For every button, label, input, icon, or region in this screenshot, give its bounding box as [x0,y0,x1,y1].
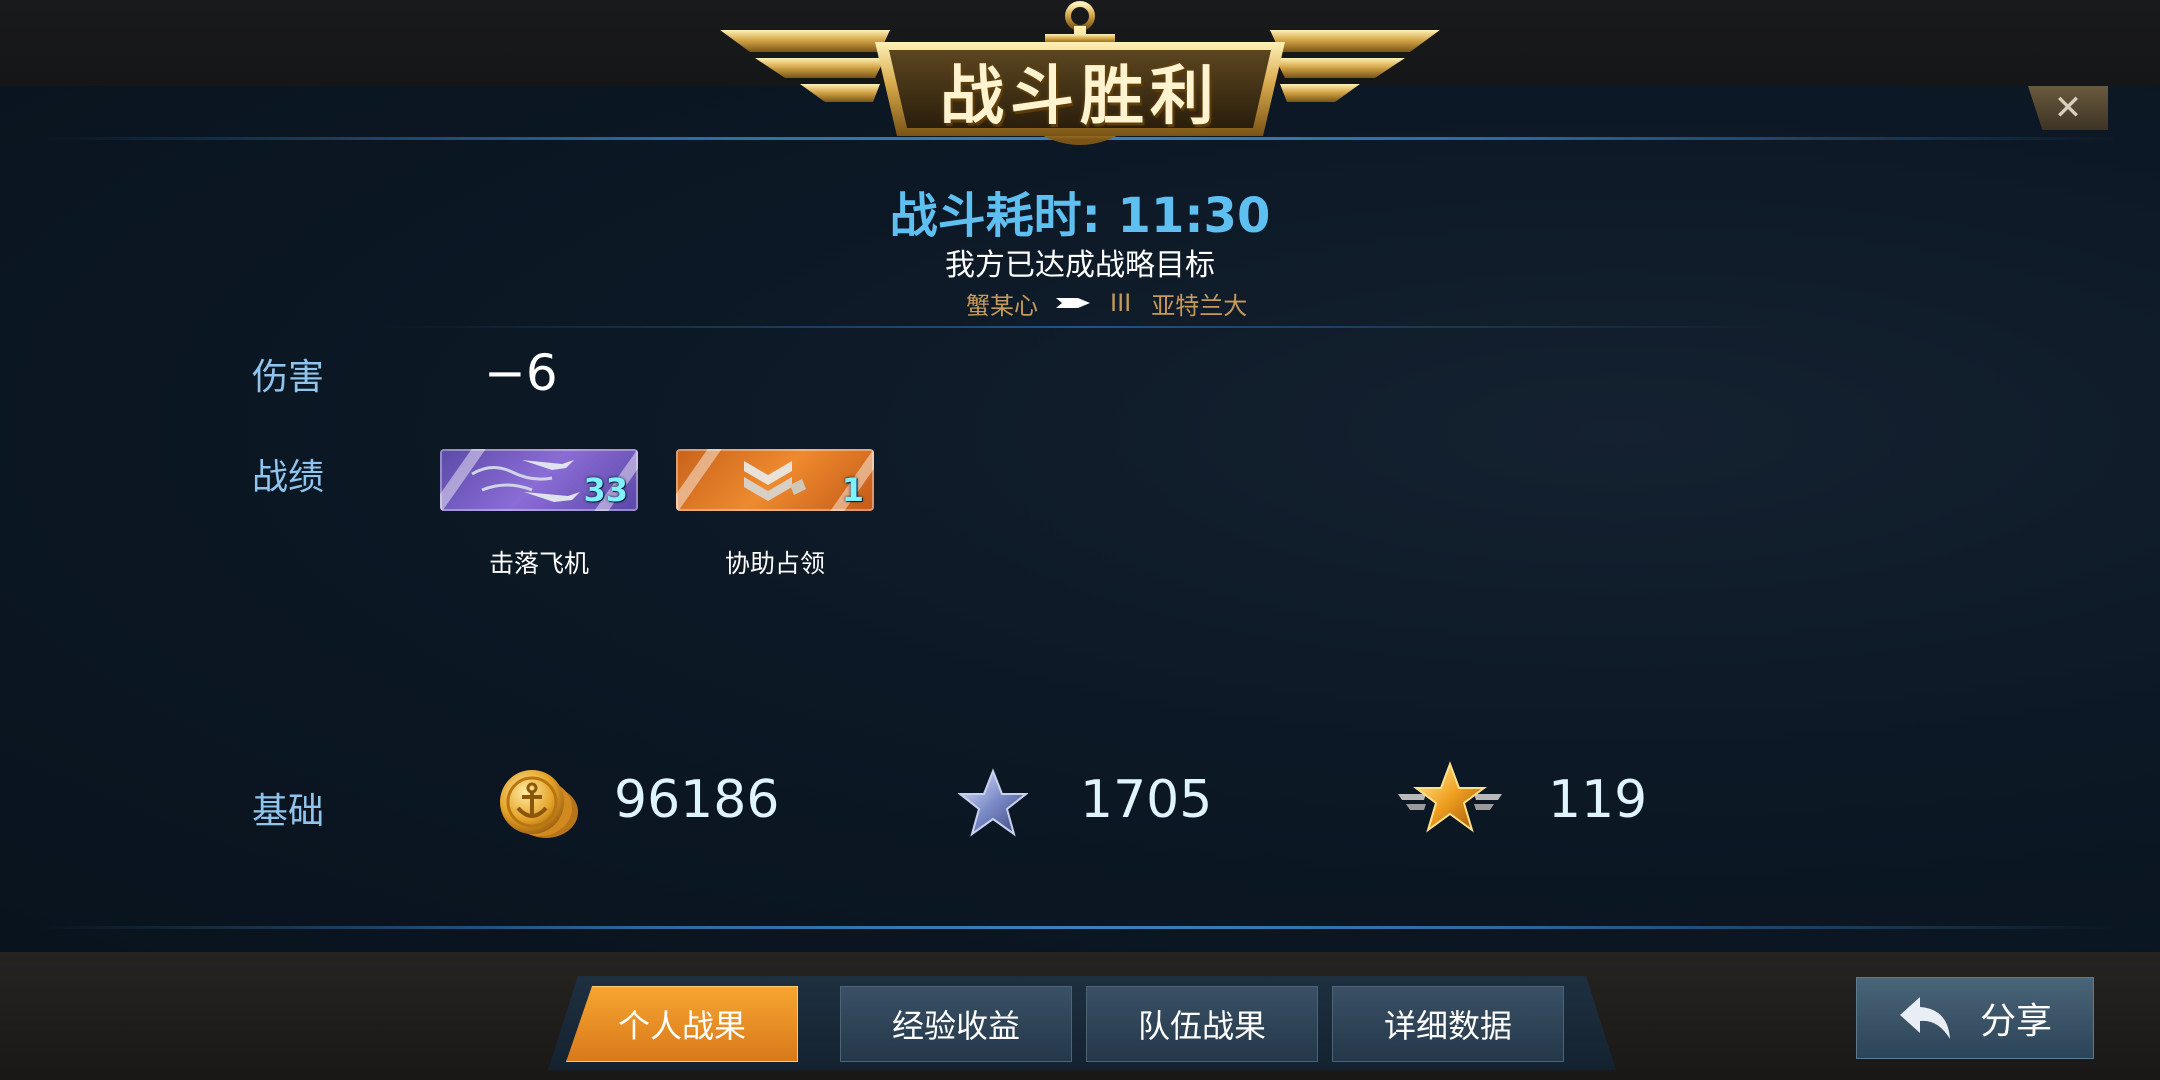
star-value: 119 [1548,770,1648,830]
target-name: 亚特兰大 [1151,291,1248,320]
record-label: 战绩 [252,457,325,498]
silver-star-icon [958,768,1028,837]
header-divider [380,326,1780,328]
share-label: 分享 [1979,1001,2052,1042]
bottom-divider [40,926,2120,929]
tab-team-results[interactable]: 队伍战果 [1086,986,1318,1062]
gold-value: 96186 [614,770,780,830]
silver-value: 1705 [1080,770,1213,830]
page-title: 战斗胜利 [940,60,1220,134]
base-label: 基础 [252,791,325,832]
planes-icon [471,460,580,502]
battle-duration: 战斗耗时: 11:30 [889,188,1271,244]
damage-label: 伤害 [252,357,325,398]
objective-message: 我方已达成战略目标 [945,248,1215,283]
chevron-rank-icon [744,461,806,501]
share-button[interactable]: 分享 [1856,977,2094,1059]
return-arrow-icon [1899,997,1950,1039]
medal-assist-capture[interactable]: 1 [676,449,874,511]
tab-detailed-data[interactable]: 详细数据 [1332,986,1564,1062]
medal-caption: 击落飞机 [488,549,589,578]
medal-caption: 协助占领 [724,549,825,578]
medal-count: 33 [583,471,628,509]
close-icon: ✕ [2053,88,2083,128]
damage-value: −6 [484,344,558,402]
ship-kill-icon [1056,298,1090,308]
gold-coin-icon [500,770,578,838]
tab-experience[interactable]: 经验收益 [840,986,1072,1062]
tier-label: III [1110,289,1132,317]
gold-star-wings-icon [1398,761,1502,833]
kill-feed: 蟹某心 III 亚特兰大 [966,286,1247,320]
attacker-name: 蟹某心 [966,291,1038,320]
medal-count: 1 [841,471,864,509]
tab-personal-results[interactable]: 个人战果 [566,986,798,1062]
medal-planes-shot-down[interactable]: 33 [440,449,638,511]
